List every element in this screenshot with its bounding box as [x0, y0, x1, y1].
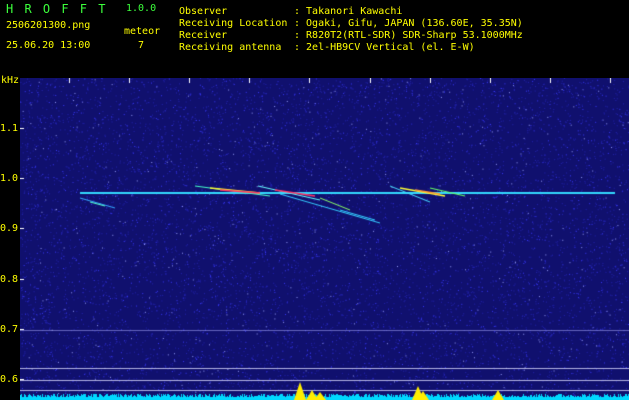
antenna-value: : 2el-HB9CV Vertical (el. E-W) — [294, 42, 475, 53]
date-time: 25.06.20 13:00 — [6, 40, 91, 51]
y-tick-label: 0.9 — [0, 223, 19, 234]
y-tick-label: 0.7 — [0, 324, 19, 335]
observer-label: Observer — [179, 6, 228, 17]
y-tick-label: 1.1 — [0, 123, 19, 134]
header-panel: H R O F F T 1.0.0 2506201300.png meteor … — [0, 0, 629, 78]
y-tick-label: 0.6 — [0, 374, 19, 385]
app-version: 1.0.0 — [126, 3, 157, 14]
y-tick-label: 0.8 — [0, 274, 19, 285]
location-label: Receiving Location — [179, 18, 288, 29]
file-name: 2506201300.png — [6, 20, 91, 31]
receiver-label: Receiver — [179, 30, 228, 41]
spectrogram-canvas — [20, 78, 629, 400]
app-title: H R O F F T — [6, 2, 108, 16]
y-unit-label: kHz — [1, 75, 20, 86]
location-value: : Ogaki, Gifu, JAPAN (136.60E, 35.35N) — [294, 18, 523, 29]
antenna-label: Receiving antenna — [179, 42, 282, 53]
y-tick-label: 1.0 — [0, 173, 19, 184]
observer-value: : Takanori Kawachi — [294, 6, 403, 17]
receiver-value: : R820T2(RTL-SDR) SDR-Sharp 53.1000MHz — [294, 30, 523, 41]
meteor-label: meteor — [124, 26, 161, 37]
meteor-count: 7 — [138, 40, 145, 51]
